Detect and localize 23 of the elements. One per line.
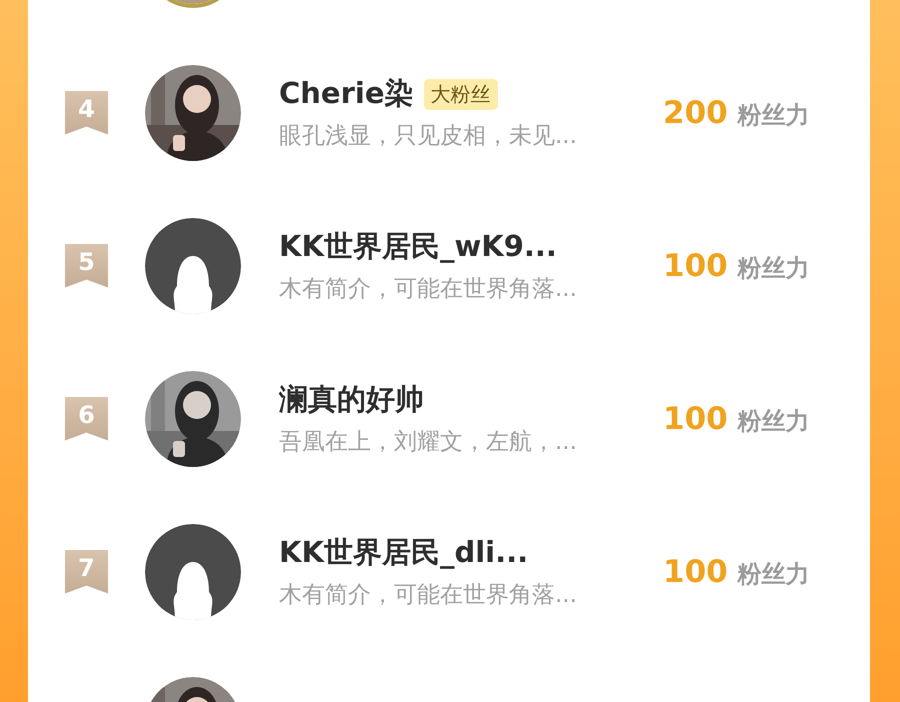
rank-badge: 4: [65, 90, 108, 134]
user-bio: 木有简介，可能在世界角落...: [279, 581, 578, 610]
fan-score: 100: [663, 554, 728, 590]
rank-badge: 6: [65, 396, 108, 440]
user-name[interactable]: KK世界居民_dli...: [279, 533, 528, 573]
default-avatar-icon: [145, 524, 241, 620]
score-unit: 粉丝力: [738, 406, 810, 436]
score-unit: 粉丝力: [738, 252, 810, 284]
user-bio: 眼孔浅显，只见皮相，未见...: [279, 122, 578, 151]
fan-level-tag: 大粉丝: [424, 78, 498, 110]
fan-score: 200: [663, 94, 728, 130]
rank-badge: 5: [65, 244, 108, 288]
user-bio: 吾凰在上，刘耀文，左航，...: [279, 428, 578, 457]
fan-score: 100: [663, 400, 728, 436]
user-name[interactable]: 澜真的好帅: [279, 380, 424, 420]
rank-badge: 7: [65, 550, 108, 594]
user-bio: 木有简介，可能在世界角落...: [279, 275, 578, 304]
score-unit: 粉丝力: [738, 100, 810, 130]
score-unit: 粉丝力: [738, 558, 810, 590]
fan-score: 100: [663, 248, 728, 284]
user-name[interactable]: KK世界居民_wK9...: [279, 227, 557, 267]
user-name[interactable]: Cherie染: [279, 74, 414, 114]
default-avatar-icon: [145, 218, 241, 314]
